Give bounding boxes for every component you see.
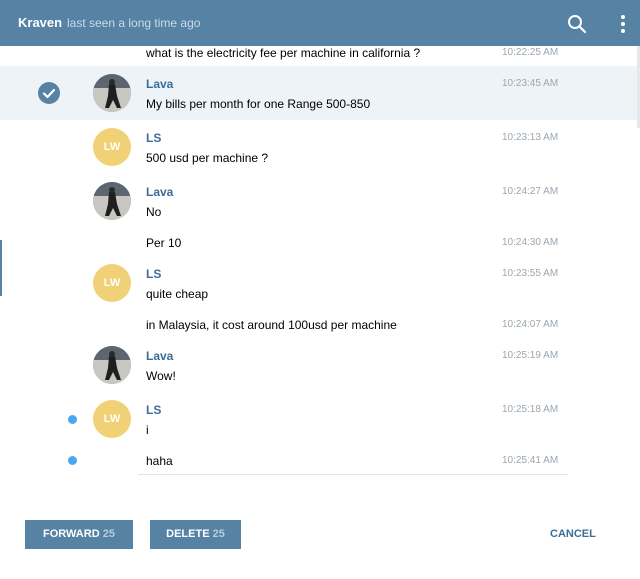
message-text: haha [146,454,173,468]
last-seen-status: last seen a long time ago [67,16,201,30]
message-text: Per 10 [146,236,182,250]
message-row[interactable]: Per 10 10:24:30 AM [0,228,637,256]
sender-name[interactable]: LS [146,131,161,145]
sender-name[interactable]: Lava [146,185,173,199]
message-time: 10:23:45 AM [502,78,559,89]
more-vertical-icon[interactable] [615,13,631,35]
message-text: quite cheap [146,287,209,301]
unread-dot [68,456,77,465]
avatar[interactable]: LW [93,264,131,302]
message-time: 10:24:27 AM [502,186,559,197]
message-time: 10:24:07 AM [502,319,559,330]
sender-name[interactable]: LS [146,403,161,417]
forward-button[interactable]: FORWARD 25 [25,520,133,549]
message-time: 10:22:25 AM [502,47,559,58]
delete-label: DELETE [166,528,210,540]
message-time: 10:23:13 AM [502,132,559,143]
delete-count: 25 [212,528,225,540]
sender-name[interactable]: LS [146,267,161,281]
message-time: 10:25:41 AM [502,455,559,466]
message-text: in Malaysia, it cost around 100usd per m… [146,318,397,332]
delete-button[interactable]: DELETE 25 [150,520,241,549]
message-row[interactable]: LW LS 500 usd per machine ? 10:23:13 AM [0,120,637,174]
avatar[interactable]: LW [93,128,131,166]
cancel-button[interactable]: CANCEL [550,528,596,540]
divider [138,474,568,475]
contact-name[interactable]: Kraven [18,15,62,30]
message-text: i [146,423,149,437]
forward-label: FORWARD [43,528,100,540]
avatar[interactable]: LW [93,400,131,438]
message-text: Wow! [146,369,176,383]
message-text: My bills per month for one Range 500-850 [146,97,371,111]
message-text: 500 usd per machine ? [146,151,269,165]
avatar[interactable] [93,74,131,112]
sender-name[interactable]: Lava [146,349,173,363]
message-row[interactable]: haha 10:25:41 AM [0,446,637,474]
chat-header: Kraven last seen a long time ago [0,0,640,46]
message-row[interactable]: LW LS i 10:25:18 AM [0,392,637,446]
check-icon[interactable] [38,82,60,104]
search-icon[interactable] [566,13,588,35]
message-row[interactable]: LW LS quite cheap 10:23:55 AM [0,256,637,310]
message-text: what is the electricity fee per machine … [146,46,421,60]
avatar[interactable] [93,182,131,220]
message-text: No [146,205,162,219]
message-row[interactable]: Lava No 10:24:27 AM [0,174,637,228]
message-row[interactable]: what is the electricity fee per machine … [0,46,637,66]
message-row[interactable]: in Malaysia, it cost around 100usd per m… [0,310,637,338]
avatar[interactable] [93,346,131,384]
message-time: 10:25:19 AM [502,350,559,361]
message-time: 10:24:30 AM [502,237,559,248]
message-time: 10:25:18 AM [502,404,559,415]
message-time: 10:23:55 AM [502,268,559,279]
message-row[interactable]: Lava Wow! 10:25:19 AM [0,338,637,392]
forward-count: 25 [102,528,115,540]
sender-name[interactable]: Lava [146,77,173,91]
message-row[interactable]: Lava My bills per month for one Range 50… [0,66,637,120]
unread-dot [68,415,77,424]
